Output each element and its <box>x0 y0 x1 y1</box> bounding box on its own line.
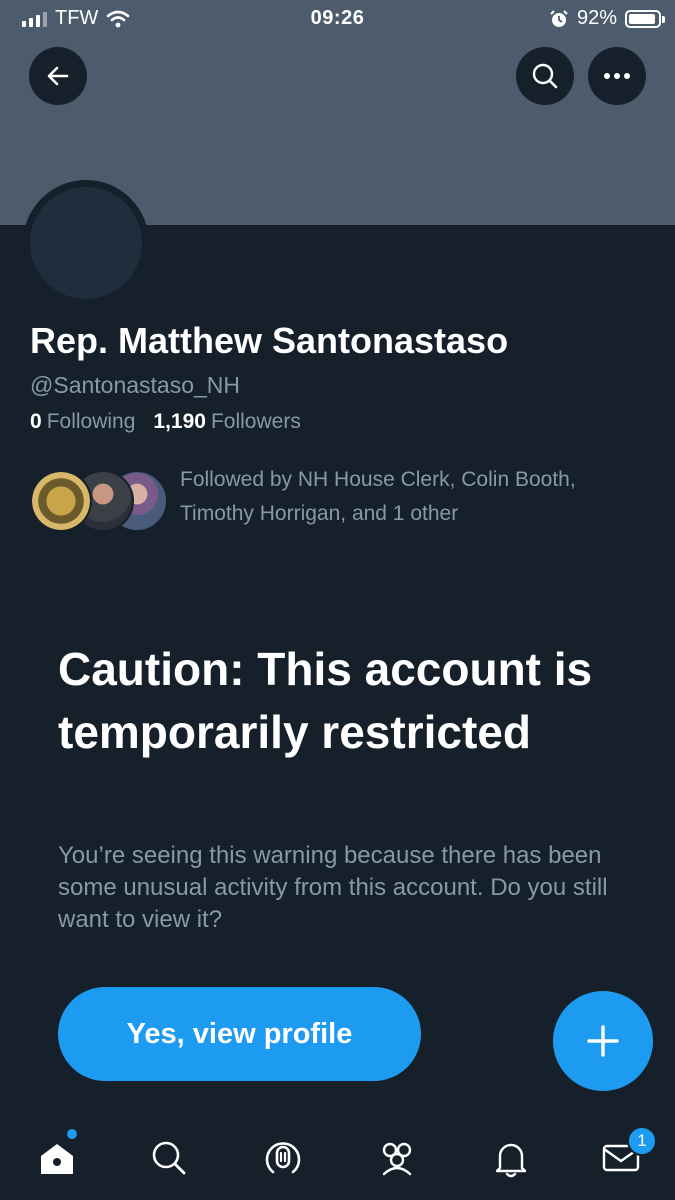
communities-icon <box>382 1142 412 1175</box>
tab-search[interactable] <box>134 1115 204 1200</box>
compose-button[interactable] <box>553 991 653 1091</box>
tab-notifications[interactable] <box>476 1115 546 1200</box>
user-handle: @Santonastaso_NH <box>30 372 241 398</box>
search-icon <box>532 63 558 89</box>
more-icon <box>604 73 630 79</box>
status-bar: TFW 09:26 92% <box>0 0 675 38</box>
home-icon <box>41 1143 73 1174</box>
follower-avatar-nh-house-clerk <box>30 470 92 532</box>
tab-home[interactable] <box>22 1115 92 1200</box>
spaces-icon <box>265 1141 301 1173</box>
back-button[interactable] <box>29 47 87 105</box>
home-notification-dot <box>67 1129 77 1139</box>
search-button[interactable] <box>516 47 574 105</box>
followed-by-text[interactable]: Followed by NH House Clerk, Colin Booth,… <box>180 463 650 531</box>
warning-body: You’re seeing this warning because there… <box>58 842 608 933</box>
plus-icon <box>587 1025 619 1057</box>
view-profile-button[interactable]: Yes, view profile <box>58 987 421 1081</box>
bottom-tab-bar: 1 <box>0 1115 675 1200</box>
followers-link[interactable]: 1,190 Followers <box>153 410 300 434</box>
followed-by-avatars[interactable] <box>30 470 170 532</box>
alarm-icon <box>550 9 568 27</box>
search-icon <box>152 1141 186 1174</box>
battery-icon <box>625 9 665 28</box>
tab-messages[interactable]: 1 <box>586 1115 657 1200</box>
following-count: 0 <box>30 410 42 433</box>
following-label: Following <box>46 410 136 433</box>
tab-communities[interactable] <box>362 1115 432 1200</box>
followers-label: Followers <box>210 410 301 433</box>
tab-spaces[interactable] <box>248 1115 318 1200</box>
more-options-button[interactable] <box>588 47 646 105</box>
warning-title: Caution: This account is temporarily res… <box>58 643 593 758</box>
messages-badge: 1 <box>627 1126 657 1156</box>
back-arrow-icon <box>47 66 69 86</box>
profile-avatar-frame <box>23 180 149 306</box>
display-name: Rep. Matthew Santonastaso <box>30 320 509 361</box>
follow-stats: 0 Following 1,190 Followers <box>30 410 301 434</box>
followers-count: 1,190 <box>153 410 206 433</box>
avatar[interactable] <box>30 187 142 299</box>
following-link[interactable]: 0 Following <box>30 410 135 434</box>
battery-percent: 92% <box>576 7 617 29</box>
bell-icon <box>495 1143 527 1177</box>
